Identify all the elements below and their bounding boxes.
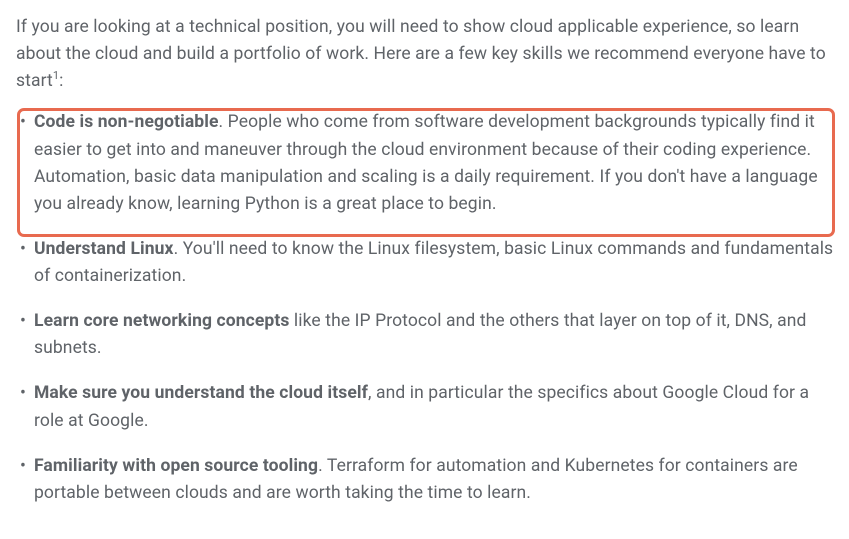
list-item: Learn core networking concepts like the …: [34, 308, 835, 362]
intro-tail: :: [59, 71, 63, 91]
highlight-box: [17, 108, 835, 237]
list-item: Understand Linux. You'll need to know th…: [34, 236, 835, 290]
intro-paragraph: If you are looking at a technical positi…: [16, 14, 835, 95]
list-item: Familiarity with open source tooling. Te…: [34, 453, 835, 507]
skill-title: Familiarity with open source tooling: [34, 456, 318, 476]
list-item: Make sure you understand the cloud itsel…: [34, 380, 835, 434]
skill-title: Learn core networking concepts: [34, 311, 289, 331]
skill-title: Understand Linux: [34, 239, 174, 259]
intro-text: If you are looking at a technical positi…: [16, 17, 826, 91]
skill-title: Make sure you understand the cloud itsel…: [34, 383, 368, 403]
highlight-annotation: [17, 108, 835, 237]
